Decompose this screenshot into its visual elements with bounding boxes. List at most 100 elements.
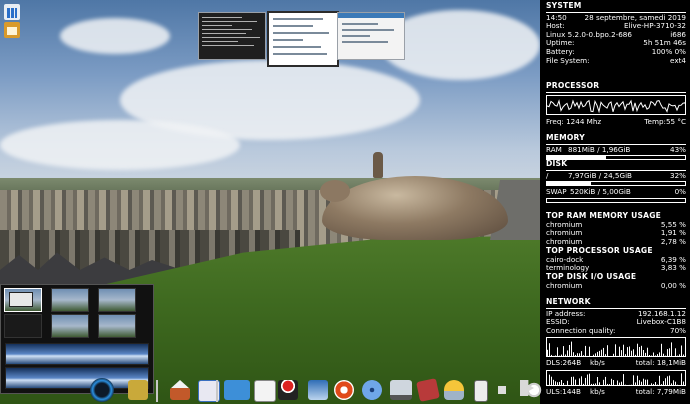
- disc-icon[interactable]: [362, 380, 382, 400]
- weather-icon[interactable]: [444, 380, 464, 400]
- top-ram-value: 2,78 %: [660, 236, 686, 246]
- graph-bar: [595, 383, 596, 385]
- graph-bar: [603, 348, 604, 357]
- file-manager-icon[interactable]: [4, 22, 20, 38]
- workspace-3[interactable]: [98, 288, 136, 312]
- graph-bar: [557, 382, 558, 385]
- package-box-icon[interactable]: [224, 380, 250, 400]
- graph-bar: [657, 354, 658, 357]
- phone-icon[interactable]: [474, 380, 488, 402]
- cpu-graph-plot: [547, 98, 685, 114]
- elive-logo-icon[interactable]: [90, 378, 114, 402]
- graph-bar: [649, 355, 650, 357]
- dock-separator: [156, 380, 158, 402]
- wallpaper-cloud: [60, 18, 170, 54]
- ram-value: 881MiB / 1,96GiB: [568, 144, 631, 154]
- graph-bar: [653, 383, 654, 385]
- graph-bar: [561, 379, 562, 385]
- root-disk-percent: 32%: [670, 170, 686, 180]
- window-preview-browser[interactable]: [267, 11, 339, 67]
- graph-bar: [599, 351, 600, 357]
- volume-icon[interactable]: [498, 380, 514, 400]
- quality-label: Connection quality:: [546, 325, 616, 335]
- printer-icon[interactable]: [308, 380, 328, 400]
- wallpaper-turtle-head: [320, 180, 350, 202]
- system-section: SYSTEM 14:50 28 septembre, samedi 2019 Ho…: [546, 1, 686, 65]
- workspace-6[interactable]: [98, 314, 136, 338]
- root-disk-value: 7,97GiB / 24,5GiB: [568, 170, 632, 180]
- launcher-icon[interactable]: [128, 380, 148, 400]
- graph-bar: [557, 347, 558, 357]
- graph-bar: [637, 375, 638, 385]
- cpu-frequency: Freq: 1244 Mhz: [546, 116, 602, 126]
- graph-bar: [555, 381, 556, 385]
- network-section: NETWORK IP address: 192.168.1.12 ESSID: Li…: [546, 297, 686, 397]
- cpu-temperature: Temp:55 °C: [644, 116, 686, 126]
- workspace-strip-1[interactable]: [5, 343, 149, 365]
- graph-bar: [665, 378, 666, 385]
- graph-bar: [599, 382, 600, 385]
- top-cpu-section: TOP PROCESSOR USAGE cairo-dock 6,39 % ter…: [546, 246, 686, 273]
- graph-bar: [653, 352, 654, 357]
- swap-value: 520KiB / 5,00GiB: [570, 187, 631, 197]
- graph-bar: [585, 377, 586, 385]
- graph-bar: [567, 350, 568, 357]
- graph-bar: [565, 354, 566, 357]
- graph-bar: [645, 353, 646, 357]
- home-folder-icon[interactable]: [170, 380, 190, 400]
- filesystem-label: File System:: [546, 55, 590, 65]
- graph-bar: [595, 353, 596, 357]
- graph-bar: [645, 379, 646, 385]
- graph-bar: [567, 380, 568, 385]
- memory-heading: MEMORY: [546, 133, 585, 142]
- graph-bar: [641, 346, 642, 357]
- graph-bar: [589, 347, 590, 357]
- workspace-4[interactable]: [4, 314, 42, 338]
- graph-bar: [583, 383, 584, 385]
- root-disk-bar: [546, 181, 686, 187]
- media-player-icon[interactable]: [416, 378, 440, 402]
- graph-bar: [607, 383, 608, 385]
- graph-bar: [569, 345, 570, 357]
- graph-bar: [577, 353, 578, 357]
- graph-bar: [583, 355, 584, 357]
- workspace-1[interactable]: [4, 288, 42, 312]
- graph-bar: [635, 355, 636, 357]
- graph-bar: [627, 347, 628, 357]
- workspace-5[interactable]: [51, 314, 89, 338]
- processor-heading: PROCESSOR: [546, 81, 600, 90]
- lifebuoy-help-icon[interactable]: [334, 380, 354, 400]
- cairo-dock: [86, 376, 544, 404]
- graph-bar: [621, 381, 622, 385]
- text-editor-icon[interactable]: [254, 380, 276, 402]
- conky-system-panel: SYSTEM 14:50 28 septembre, samedi 2019 Ho…: [540, 0, 690, 404]
- graph-bar: [655, 381, 656, 385]
- window-preview-app[interactable]: [337, 12, 405, 60]
- graph-bar: [655, 355, 656, 357]
- xmas-terminal-icon[interactable]: [278, 380, 298, 400]
- graph-bar: [593, 355, 594, 357]
- graph-bar: [551, 376, 552, 385]
- workspace-2[interactable]: [51, 288, 89, 312]
- graph-bar: [619, 382, 620, 385]
- computer-icon[interactable]: [390, 380, 412, 400]
- ram-percent: 43%: [670, 144, 686, 154]
- graph-bar: [621, 350, 622, 357]
- graph-bar: [683, 381, 684, 385]
- graph-bar: [561, 354, 562, 357]
- graph-bar: [623, 374, 624, 385]
- graph-bar: [671, 342, 672, 357]
- window-preview-terminal[interactable]: [198, 12, 266, 60]
- root-disk-fill: [547, 182, 592, 186]
- upload-graph: [546, 369, 686, 386]
- graph-bar: [591, 383, 592, 385]
- graph-bar: [617, 380, 618, 385]
- graph-bar: [609, 384, 610, 385]
- system-monitor-icon[interactable]: [4, 4, 20, 20]
- graph-bar: [589, 373, 590, 385]
- disk-heading: DISK: [546, 159, 568, 168]
- swap-percent: 0%: [674, 187, 686, 197]
- quality-value: 70%: [670, 325, 686, 335]
- graph-bar: [681, 345, 682, 357]
- graph-bar: [675, 348, 676, 357]
